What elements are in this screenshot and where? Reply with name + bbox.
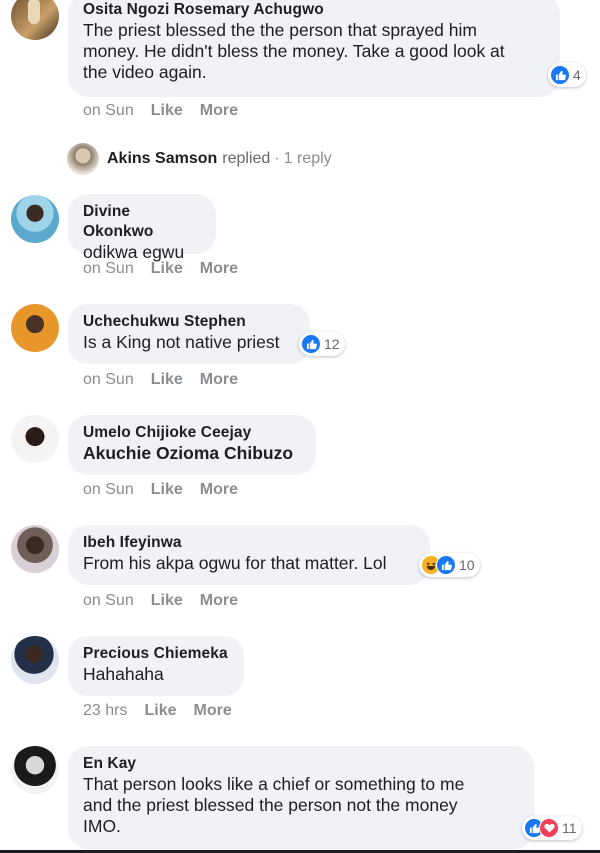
timestamp[interactable]: on Sun	[83, 592, 134, 610]
more-button[interactable]: More	[200, 481, 238, 499]
comment-text: Hahahaha	[83, 664, 164, 684]
separator: ·	[274, 150, 280, 167]
avatar[interactable]	[11, 636, 59, 684]
reaction-count: 12	[324, 336, 340, 352]
avatar[interactable]	[11, 415, 59, 463]
tagged-user-link[interactable]: Akuchie Ozioma Chibuzo	[83, 443, 301, 464]
comment-bubble: En Kay That person looks like a chief or…	[68, 746, 534, 849]
more-button[interactable]: More	[200, 102, 238, 120]
author-name[interactable]: Divine Okonkwo	[83, 202, 201, 242]
author-name[interactable]: Uchechukwu Stephen	[83, 312, 295, 332]
like-icon	[550, 65, 570, 85]
avatar[interactable]	[11, 0, 59, 40]
like-button[interactable]: Like	[144, 702, 176, 720]
love-icon	[539, 818, 559, 838]
author-name[interactable]: Umelo Chijioke Ceejay	[83, 423, 301, 443]
comment-bubble: Precious Chiemeka Hahahaha	[68, 636, 244, 696]
reply-summary[interactable]: Akins Samson replied · 1 reply	[67, 143, 332, 175]
like-button[interactable]: Like	[151, 592, 183, 610]
comment-bubble: Divine Okonkwo odikwa egwu	[68, 194, 216, 262]
avatar[interactable]	[11, 525, 59, 573]
comment-actions: on Sun Like More	[83, 481, 255, 499]
avatar[interactable]	[11, 304, 59, 352]
timestamp[interactable]: on Sun	[83, 260, 134, 278]
more-button[interactable]: More	[200, 592, 238, 610]
like-button[interactable]: Like	[151, 102, 183, 120]
timestamp[interactable]: on Sun	[83, 102, 134, 120]
comment-bubble: Uchechukwu Stephen Is a King not native …	[68, 304, 310, 364]
reply-action: replied	[222, 150, 271, 167]
timestamp[interactable]: on Sun	[83, 371, 134, 389]
comment-actions: on Sun Like More	[83, 371, 255, 389]
comment-actions: on Sun Like More	[83, 102, 255, 120]
reaction-summary[interactable]: 11	[522, 816, 582, 840]
like-button[interactable]: Like	[151, 371, 183, 389]
timestamp[interactable]: 23 hrs	[83, 702, 127, 720]
comment-bubble: Ibeh Ifeyinwa From his akpa ogwu for tha…	[68, 525, 430, 585]
reaction-count: 4	[573, 67, 581, 83]
comment-actions: on Sun Like More	[83, 260, 255, 278]
like-icon	[301, 334, 321, 354]
avatar	[67, 143, 99, 175]
comment-actions: 23 hrs Like More	[83, 702, 249, 720]
reaction-summary[interactable]: 10	[419, 553, 480, 577]
reaction-summary[interactable]: 4	[548, 63, 586, 87]
comment-text: That person looks like a chief or someth…	[83, 774, 465, 836]
author-name[interactable]: Ibeh Ifeyinwa	[83, 533, 415, 553]
comment-bubble: Umelo Chijioke Ceejay Akuchie Ozioma Chi…	[68, 415, 316, 475]
comment-bubble: Osita Ngozi Rosemary Achugwo The priest …	[68, 0, 560, 97]
reaction-count: 10	[459, 557, 475, 573]
more-button[interactable]: More	[193, 702, 231, 720]
like-button[interactable]: Like	[151, 481, 183, 499]
more-button[interactable]: More	[200, 371, 238, 389]
avatar[interactable]	[11, 195, 59, 243]
like-icon	[436, 555, 456, 575]
timestamp[interactable]: on Sun	[83, 481, 134, 499]
avatar[interactable]	[11, 746, 59, 794]
comment-actions: on Sun Like More	[83, 592, 255, 610]
reply-count[interactable]: 1 reply	[284, 150, 332, 168]
comment-text: Is a King not native priest	[83, 332, 280, 352]
reaction-summary[interactable]: 12	[299, 332, 345, 356]
reply-author[interactable]: Akins Samson	[107, 150, 217, 168]
author-name[interactable]: Osita Ngozi Rosemary Achugwo	[83, 0, 545, 20]
reaction-count: 11	[562, 820, 577, 836]
comment-text: The priest blessed the the person that s…	[83, 20, 505, 82]
like-button[interactable]: Like	[151, 260, 183, 278]
more-button[interactable]: More	[200, 260, 238, 278]
author-name[interactable]: En Kay	[83, 754, 519, 774]
author-name[interactable]: Precious Chiemeka	[83, 644, 229, 664]
comment-text: From his akpa ogwu for that matter. Lol	[83, 553, 387, 573]
